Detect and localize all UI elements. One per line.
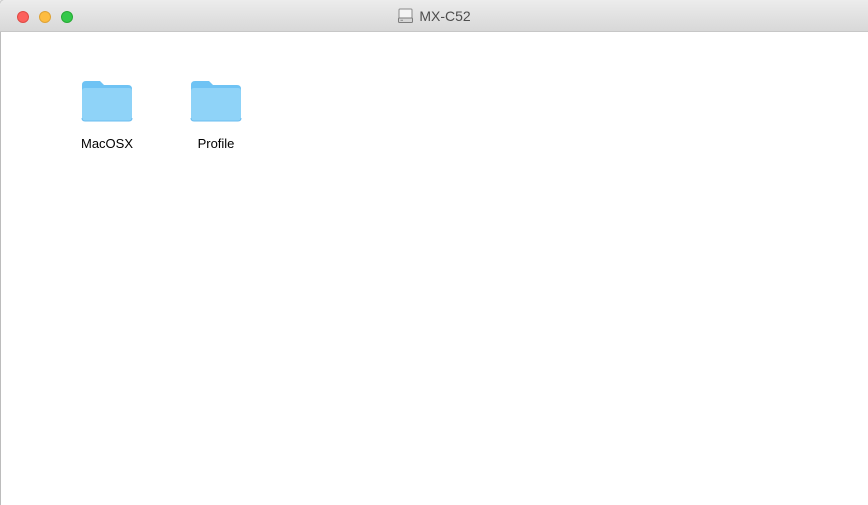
- finder-window: MX-C52 MacOSX Profile: [0, 0, 868, 505]
- folder-label: Profile: [197, 136, 235, 151]
- folder-icon: [81, 81, 133, 122]
- folder-label: MacOSX: [80, 136, 133, 151]
- folder-item-profile[interactable]: Profile: [171, 78, 261, 151]
- folder-content[interactable]: MacOSX Profile: [0, 32, 868, 505]
- window-title-text: MX-C52: [419, 7, 471, 24]
- disk-icon: [398, 8, 414, 23]
- window-left-border: [0, 32, 1, 505]
- folder-icon: [190, 81, 242, 122]
- folder-item-macosx[interactable]: MacOSX: [62, 78, 152, 151]
- title-bar[interactable]: MX-C52: [0, 0, 868, 32]
- window-title: MX-C52: [0, 0, 868, 31]
